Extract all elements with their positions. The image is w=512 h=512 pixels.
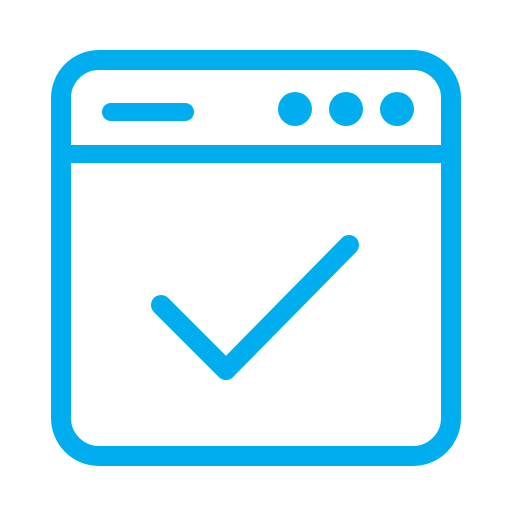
window-dot [329,92,363,126]
browser-window-checkmark-icon [51,50,461,466]
window-dot [278,92,312,126]
window-dot [380,92,414,126]
icon-canvas [0,0,512,512]
window-controls [278,92,414,126]
checkmark-icon [151,235,359,380]
